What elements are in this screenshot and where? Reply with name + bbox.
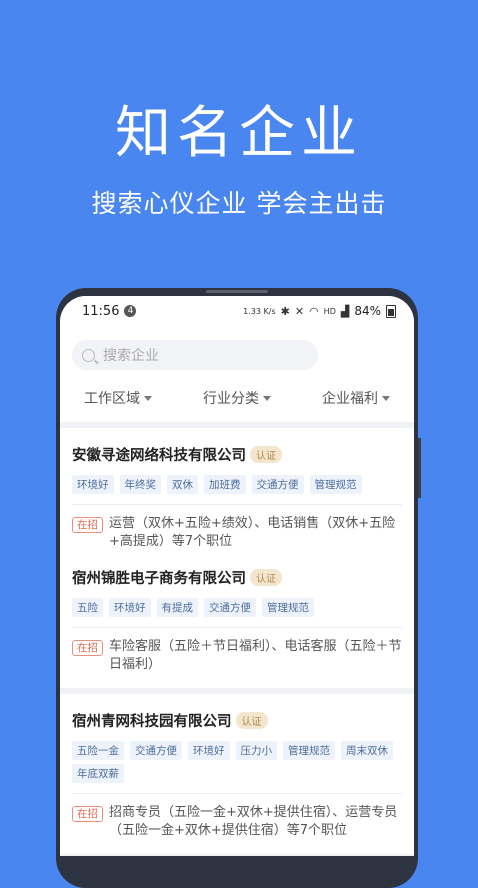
job-list-text: 招商专员（五险一金+双休+提供住宿）、运营专员（五险一金+双休+提供住宿）等7个… bbox=[109, 805, 398, 838]
job-summary: 在招 运营（双休+五险+绩效）、电话销售（双休+五险+高提成）等7个职位 bbox=[72, 505, 402, 565]
filter-label: 企业福利 bbox=[322, 391, 378, 407]
bluetooth-icon: ✱ bbox=[280, 304, 290, 318]
search-input[interactable]: 搜索企业 bbox=[72, 340, 318, 370]
filter-label: 工作区域 bbox=[84, 391, 140, 407]
company-card[interactable]: 宿州锦胜电子商务有限公司 认证 五险 环境好 有提成 交通方便 管理规范 在招 … bbox=[60, 565, 414, 688]
network-type: HD bbox=[323, 306, 336, 316]
caret-down-icon bbox=[144, 395, 152, 401]
tag: 年终奖 bbox=[119, 475, 161, 494]
job-summary: 在招 招商专员（五险一金+双休+提供住宿）、运营专员（五险一金+双休+提供住宿）… bbox=[72, 794, 402, 854]
caret-down-icon bbox=[263, 395, 271, 401]
wifi-icon: ◠ bbox=[309, 304, 319, 318]
filter-benefits[interactable]: 企业福利 bbox=[322, 388, 390, 408]
job-list-text: 运营（双休+五险+绩效）、电话销售（双休+五险+高提成）等7个职位 bbox=[109, 516, 396, 549]
company-card[interactable]: 安徽寻途网络科技有限公司 认证 环境好 年终奖 双休 加班费 交通方便 管理规范… bbox=[60, 428, 414, 565]
job-summary: 在招 车险客服（五险＋节日福利）、电话客服（五险＋节日福利） bbox=[72, 628, 402, 688]
tag: 加班费 bbox=[204, 475, 246, 494]
benefit-tags: 五险 环境好 有提成 交通方便 管理规范 bbox=[72, 598, 402, 628]
tag: 管理规范 bbox=[309, 475, 362, 494]
hiring-badge: 在招 bbox=[72, 640, 103, 656]
notification-count-badge: 4 bbox=[124, 305, 137, 317]
verified-badge: 认证 bbox=[235, 712, 268, 729]
company-name: 宿州锦胜电子商务有限公司 bbox=[72, 571, 246, 587]
hiring-badge: 在招 bbox=[72, 517, 103, 533]
tag: 管理规范 bbox=[283, 741, 335, 760]
filter-bar: 工作区域 行业分类 企业福利 bbox=[72, 370, 402, 422]
hero-title: 知名企业 bbox=[115, 101, 363, 166]
mute-icon: ✕ bbox=[294, 304, 305, 318]
search-icon bbox=[82, 348, 95, 362]
battery-percent: 84% bbox=[354, 304, 381, 318]
hero-subtitle: 搜索心仪企业 学会主出击 bbox=[91, 189, 387, 218]
filter-industry[interactable]: 行业分类 bbox=[203, 388, 271, 408]
tag: 管理规范 bbox=[262, 598, 314, 617]
tag: 环境好 bbox=[72, 475, 114, 494]
tag: 交通方便 bbox=[251, 475, 304, 494]
tag: 周末双休 bbox=[341, 741, 393, 760]
company-card[interactable]: 宿州青网科技园有限公司 认证 五险一金 交通方便 环境好 压力小 管理规范 周末… bbox=[60, 694, 414, 854]
verified-badge: 认证 bbox=[250, 569, 282, 586]
benefit-tags: 环境好 年终奖 双休 加班费 交通方便 管理规范 bbox=[72, 475, 402, 505]
tag: 环境好 bbox=[109, 598, 151, 617]
filter-work-area[interactable]: 工作区域 bbox=[84, 388, 152, 408]
signal-icon: ▟ bbox=[340, 304, 350, 318]
hiring-badge: 在招 bbox=[72, 806, 103, 822]
tag: 交通方便 bbox=[130, 741, 182, 760]
caret-down-icon bbox=[382, 395, 390, 401]
battery-icon bbox=[386, 304, 396, 318]
tag: 年底双薪 bbox=[72, 764, 124, 783]
tag: 交通方便 bbox=[204, 598, 256, 617]
status-time: 11:56 bbox=[82, 303, 120, 319]
status-bar: 11:56 4 1.33 K/s ✱ ✕ ◠ HD ▟ 84% bbox=[60, 296, 414, 326]
job-list-text: 车险客服（五险＋节日福利）、电话客服（五险＋节日福利） bbox=[109, 639, 402, 672]
tag: 五险一金 bbox=[72, 741, 124, 760]
benefit-tags: 五险一金 交通方便 环境好 压力小 管理规范 周末双休 年底双薪 bbox=[72, 741, 402, 794]
company-name: 安徽寻途网络科技有限公司 bbox=[72, 448, 246, 464]
phone-side-button bbox=[418, 438, 421, 498]
tag: 五险 bbox=[72, 598, 103, 617]
tag: 压力小 bbox=[235, 741, 277, 760]
verified-badge: 认证 bbox=[250, 446, 282, 463]
phone-screen: 11:56 4 1.33 K/s ✱ ✕ ◠ HD ▟ 84% 搜索企业 工作区… bbox=[60, 296, 414, 856]
tag: 环境好 bbox=[188, 741, 230, 760]
filter-label: 行业分类 bbox=[203, 391, 259, 407]
company-name: 宿州青网科技园有限公司 bbox=[72, 714, 232, 730]
tag: 双休 bbox=[167, 475, 198, 494]
tag: 有提成 bbox=[156, 598, 198, 617]
phone-speaker bbox=[206, 290, 268, 293]
net-speed: 1.33 K/s bbox=[243, 306, 276, 316]
search-placeholder: 搜索企业 bbox=[103, 348, 159, 364]
search-filter-panel: 搜索企业 工作区域 行业分类 企业福利 bbox=[60, 326, 414, 422]
phone-frame: 11:56 4 1.33 K/s ✱ ✕ ◠ HD ▟ 84% 搜索企业 工作区… bbox=[56, 288, 421, 888]
